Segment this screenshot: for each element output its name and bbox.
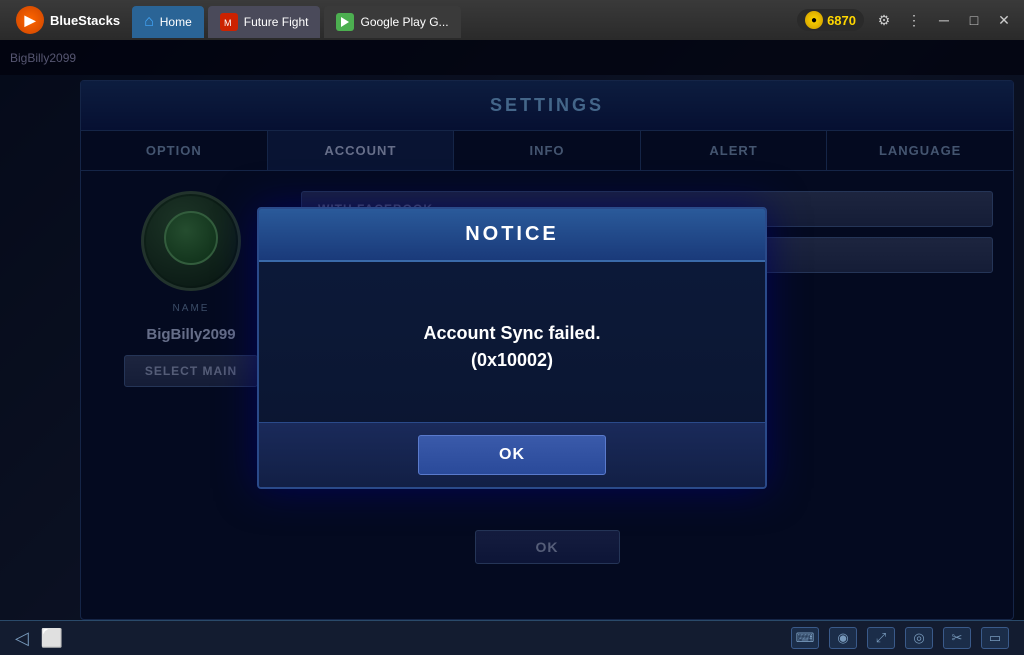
- tab-google-play[interactable]: Google Play G...: [324, 6, 460, 38]
- tab-future-fight-label: Future Fight: [244, 15, 309, 29]
- google-play-icon: [336, 13, 354, 31]
- location-icon[interactable]: ◎: [905, 627, 933, 649]
- title-bar-left: ▶ BlueStacks ⌂ Home M Future Fight Googl…: [8, 2, 461, 38]
- coin-display: ● 6870: [797, 9, 864, 31]
- title-bar: ▶ BlueStacks ⌂ Home M Future Fight Googl…: [0, 0, 1024, 40]
- back-icon[interactable]: ◁: [15, 628, 29, 649]
- scissors-icon[interactable]: ✂: [943, 627, 971, 649]
- notice-footer: OK: [259, 422, 765, 487]
- settings-icon[interactable]: ⚙: [872, 8, 896, 32]
- notice-message-line2: (0x10002): [471, 350, 553, 371]
- notice-dialog: NOTICE Account Sync failed. (0x10002) OK: [257, 207, 767, 489]
- minimize-button[interactable]: ─: [932, 8, 956, 32]
- bluestacks-label: BlueStacks: [50, 13, 120, 28]
- coin-icon: ●: [805, 11, 823, 29]
- tab-future-fight[interactable]: M Future Fight: [208, 6, 321, 38]
- future-fight-icon: M: [220, 13, 238, 31]
- menu-icon[interactable]: ⋮: [902, 8, 926, 32]
- svg-text:M: M: [224, 18, 232, 28]
- home-icon: ⌂: [144, 13, 154, 31]
- window-controls: ⚙ ⋮ ─ □ ✕: [872, 8, 1016, 32]
- bluestacks-logo: ▶ BlueStacks: [8, 6, 128, 34]
- game-area: BigBilly2099 SETTINGS OPTION ACCOUNT INF…: [0, 40, 1024, 655]
- notice-ok-button[interactable]: OK: [418, 435, 606, 475]
- tab-google-play-label: Google Play G...: [360, 15, 448, 29]
- tab-home-label: Home: [160, 15, 192, 29]
- fullscreen-icon[interactable]: ⤢: [867, 627, 895, 649]
- restore-button[interactable]: □: [962, 8, 986, 32]
- taskbar-right: ⌨ ◉ ⤢ ◎ ✂ ▭: [791, 627, 1009, 649]
- tablet-icon[interactable]: ▭: [981, 627, 1009, 649]
- home-nav-icon[interactable]: ⬜: [41, 628, 63, 649]
- eye-icon[interactable]: ◉: [829, 627, 857, 649]
- notice-overlay: NOTICE Account Sync failed. (0x10002) OK: [0, 40, 1024, 655]
- taskbar-left: ◁ ⬜: [15, 628, 63, 649]
- keyboard-icon[interactable]: ⌨: [791, 627, 819, 649]
- notice-body: Account Sync failed. (0x10002): [259, 262, 765, 422]
- taskbar: ◁ ⬜ ⌨ ◉ ⤢ ◎ ✂ ▭: [0, 620, 1024, 655]
- tab-home[interactable]: ⌂ Home: [132, 6, 204, 38]
- coin-value: 6870: [827, 13, 856, 28]
- notice-message-line1: Account Sync failed.: [423, 323, 600, 344]
- notice-title-bar: NOTICE: [259, 209, 765, 262]
- bluestacks-icon: ▶: [16, 6, 44, 34]
- title-bar-right: ● 6870 ⚙ ⋮ ─ □ ✕: [797, 8, 1016, 32]
- close-button[interactable]: ✕: [992, 8, 1016, 32]
- notice-title: NOTICE: [465, 223, 559, 245]
